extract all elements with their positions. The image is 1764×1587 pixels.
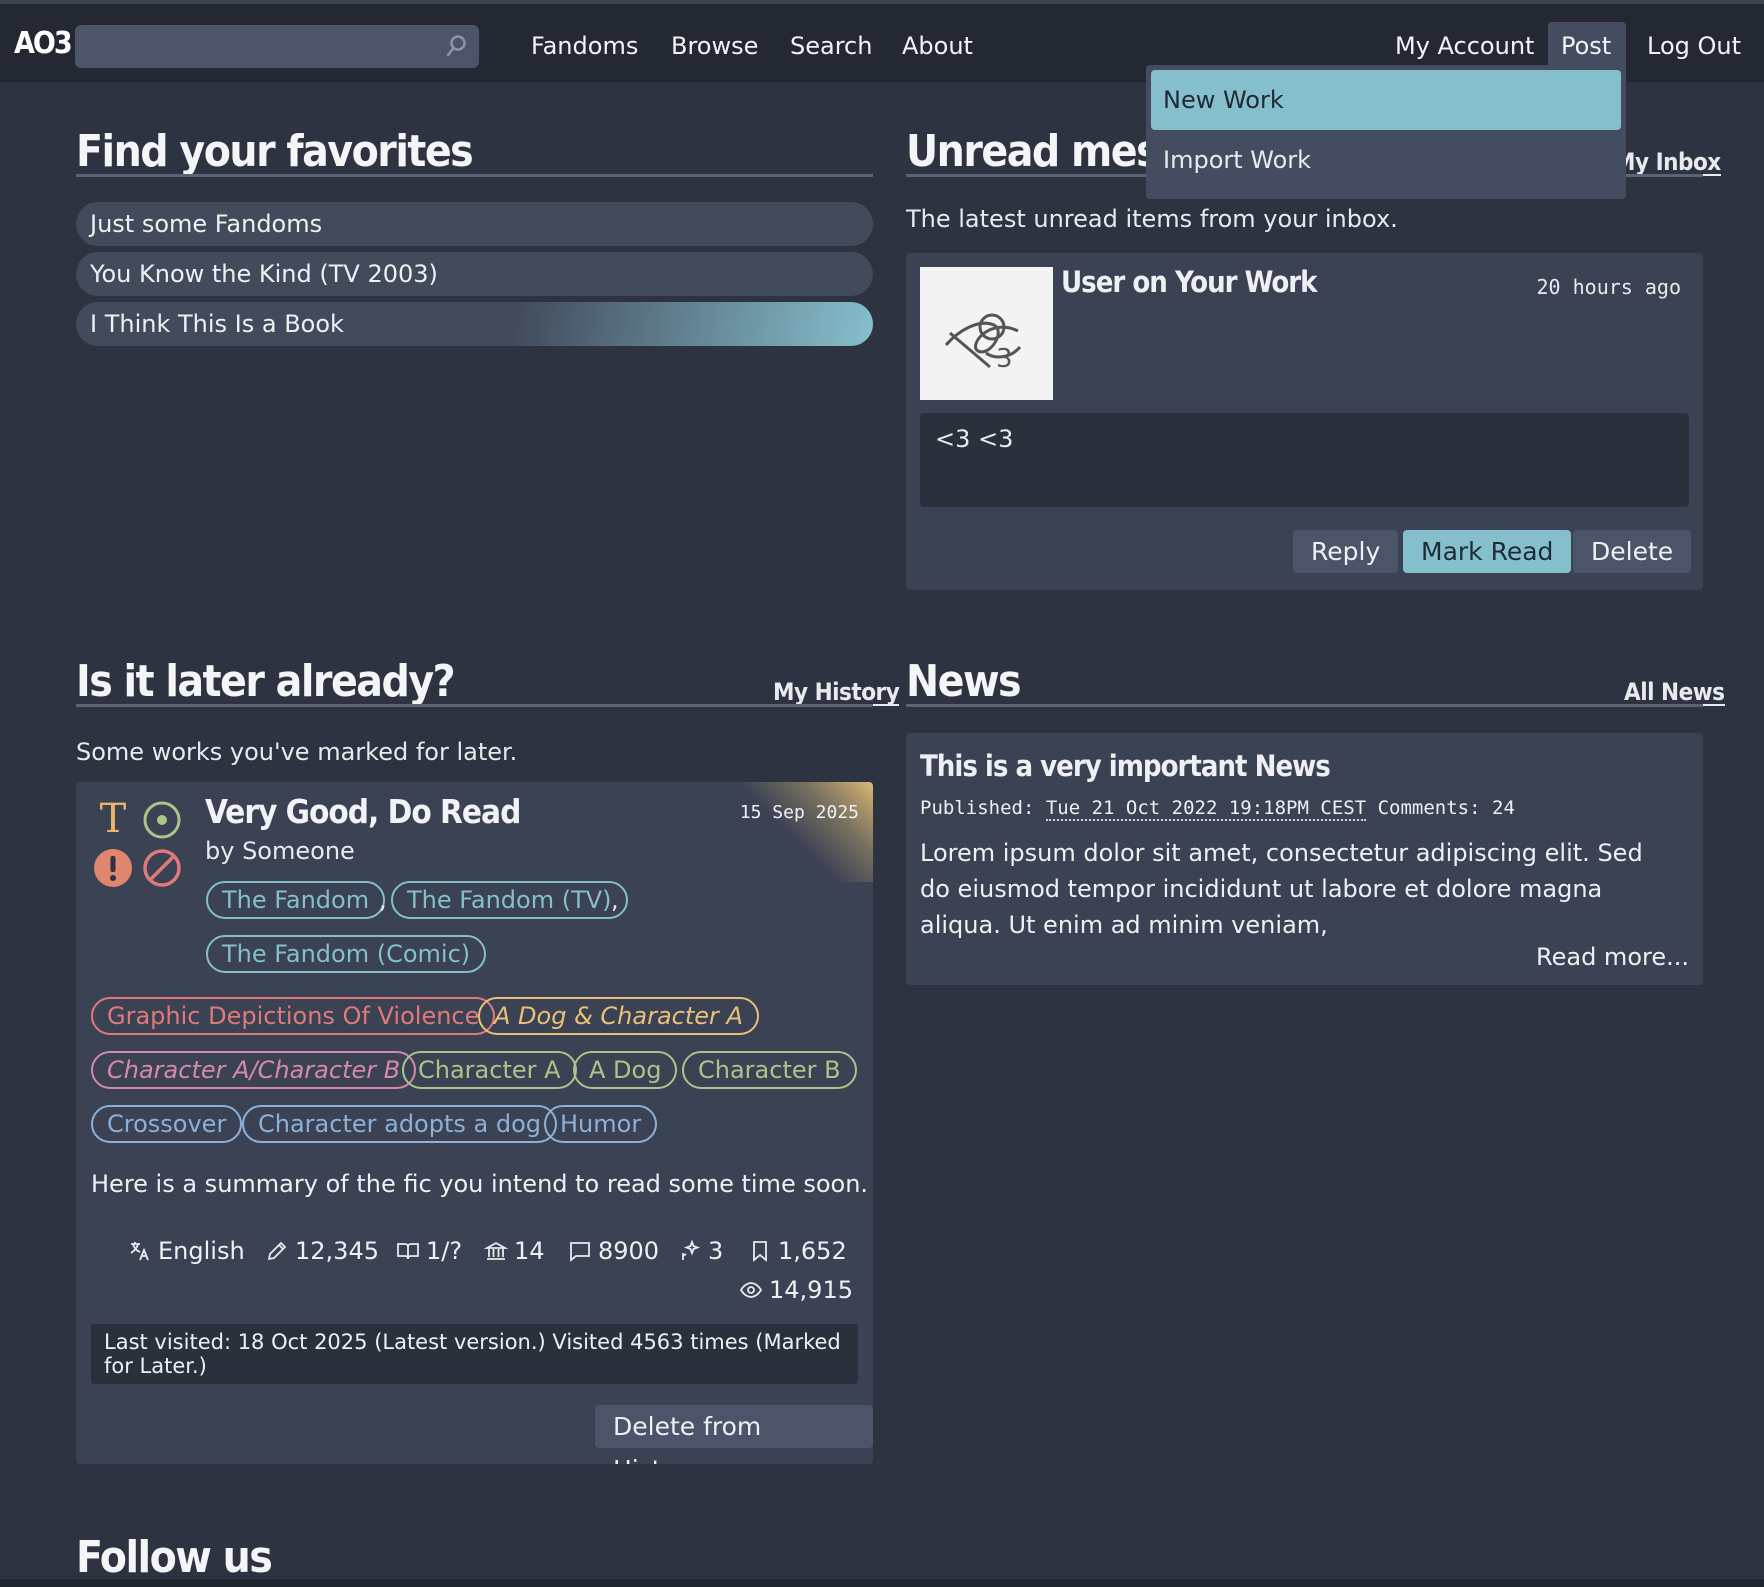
favorites-divider — [76, 174, 873, 177]
last-visited-note: Last visited: 18 Oct 2025 (Latest versio… — [91, 1324, 858, 1384]
nav-fandoms[interactable]: Fandoms — [531, 32, 638, 60]
stat-chapters: 1/? — [396, 1237, 462, 1265]
translate-icon — [130, 1242, 149, 1261]
work-blurb: T Very Good, Do Read 15 Sep 2025 by Some… — [76, 782, 873, 1464]
complete-icon[interactable] — [142, 800, 182, 840]
favorite-item[interactable]: You Know the Kind (TV 2003) — [76, 252, 873, 296]
history-divider — [76, 704, 873, 707]
published-label: Published: — [920, 797, 1035, 819]
no-category-icon[interactable] — [142, 848, 182, 888]
collection-building-icon — [484, 1241, 508, 1260]
favorite-item[interactable]: Just some Fandoms — [76, 202, 873, 246]
freeform-tag[interactable]: Character adopts a dog — [242, 1105, 558, 1143]
stat-kudos[interactable]: 3 — [678, 1237, 723, 1265]
svg-text:T: T — [100, 800, 127, 836]
news-body: Lorem ipsum dolor sit amet, consectetur … — [920, 839, 1643, 939]
nav-log-out[interactable]: Log Out — [1647, 32, 1741, 60]
bookmark-icon — [753, 1241, 767, 1262]
delete-from-history-button[interactable]: Delete from History — [595, 1405, 873, 1464]
read-more-link[interactable]: Read more... — [1536, 943, 1689, 971]
published-date: Tue 21 Oct 2022 19:18PM CEST — [1045, 797, 1367, 821]
all-news-link[interactable]: All News — [1624, 680, 1725, 706]
favorites-heading: Find your favorites — [76, 126, 474, 177]
relationship-tag[interactable]: A Dog & Character A — [478, 997, 759, 1035]
news-title[interactable]: This is a very important News — [920, 749, 1331, 783]
stat-kudos-value: 3 — [708, 1237, 724, 1265]
character-tag[interactable]: A Dog — [573, 1051, 678, 1089]
message-time: 20 hours ago — [1536, 275, 1682, 299]
nav-about[interactable]: About — [902, 32, 973, 60]
character-tag[interactable]: Character B — [682, 1051, 857, 1089]
book-icon — [397, 1243, 419, 1260]
site-logo[interactable]: AO3 — [14, 26, 73, 61]
kudos-sparkle-icon — [682, 1239, 701, 1260]
my-inbox-link[interactable]: My Inbox — [1614, 150, 1721, 176]
follow-us-heading: Follow us — [76, 1532, 273, 1583]
favorite-item[interactable]: I Think This Is a Book — [76, 302, 873, 346]
stat-language: English — [128, 1237, 245, 1265]
default-avatar-icon: 3 — [944, 313, 1022, 374]
work-date: 15 Sep 2025 — [739, 802, 859, 823]
avatar[interactable]: 3 — [920, 267, 1053, 400]
freeform-tag[interactable]: Crossover — [91, 1105, 243, 1143]
message-title[interactable]: User on Your Work — [1061, 265, 1318, 299]
stat-chapters-value: 1/? — [426, 1237, 463, 1265]
inbox-intro: The latest unread items from your inbox. — [906, 205, 1398, 233]
nav-my-account[interactable]: My Account — [1395, 32, 1534, 60]
stat-language-value: English — [158, 1237, 245, 1265]
message-body: <3 <3 — [920, 413, 1689, 507]
stat-hits: 14,915 — [739, 1276, 853, 1304]
comments-count: 24 — [1492, 797, 1515, 819]
marked-for-later-corner — [743, 782, 873, 882]
history-intro: Some works you've marked for later. — [76, 738, 518, 766]
eye-icon — [739, 1282, 763, 1298]
news-heading: News — [906, 656, 1022, 707]
menu-item-import-work[interactable]: Import Work — [1151, 130, 1621, 190]
work-author[interactable]: by Someone — [205, 837, 355, 865]
nav-browse[interactable]: Browse — [671, 32, 758, 60]
news-card: This is a very important News Published:… — [906, 733, 1703, 985]
fandom-tag[interactable]: The Fandom — [206, 881, 386, 919]
fandom-tag[interactable]: The Fandom (Comic) — [206, 935, 487, 973]
stat-hits-value: 14,915 — [769, 1276, 853, 1304]
history-heading: Is it later already? — [76, 656, 456, 707]
separator: , — [611, 886, 619, 914]
work-title[interactable]: Very Good, Do Read — [205, 792, 521, 831]
my-history-link[interactable]: My History — [773, 680, 900, 706]
stat-collections[interactable]: 14 — [484, 1237, 545, 1265]
nav-post-label[interactable]: Post — [1561, 32, 1611, 60]
menu-item-new-work[interactable]: New Work — [1151, 70, 1621, 130]
stat-bookmarks-value: 1,652 — [778, 1237, 847, 1265]
page-footer-edge — [0, 1579, 1764, 1587]
post-dropdown-menu: New Work Import Work — [1146, 65, 1626, 199]
news-divider — [906, 704, 1703, 707]
stat-comments[interactable]: 8900 — [568, 1237, 659, 1265]
stat-words-value: 12,345 — [295, 1237, 379, 1265]
freeform-tag[interactable]: Humor — [544, 1105, 658, 1143]
stat-collections-value: 14 — [514, 1237, 545, 1265]
character-tag[interactable]: Character A — [402, 1051, 577, 1089]
stat-words: 12,345 — [265, 1237, 379, 1265]
pencil-icon — [267, 1241, 287, 1261]
svg-text:3: 3 — [996, 344, 1013, 374]
mark-read-button[interactable]: Mark Read — [1403, 530, 1572, 573]
warning-tag[interactable]: Graphic Depictions Of Violence — [91, 997, 496, 1035]
stat-bookmarks[interactable]: 1,652 — [748, 1237, 847, 1265]
stat-comments-value: 8900 — [598, 1237, 660, 1265]
separator: , — [379, 886, 387, 914]
rating-teen-icon[interactable]: T — [95, 800, 131, 836]
nav-search[interactable]: Search — [790, 32, 872, 60]
fandom-tag[interactable]: The Fandom (TV) — [391, 881, 628, 919]
delete-button[interactable]: Delete — [1573, 530, 1692, 573]
search-input[interactable] — [75, 25, 479, 68]
inbox-message-card: 3 User on Your Work 20 hours ago <3 <3 R… — [906, 253, 1703, 590]
warning-icon[interactable] — [93, 848, 133, 888]
work-summary: Here is a summary of the fic you intend … — [91, 1170, 869, 1198]
relationship-tag[interactable]: Character A/Character B — [91, 1051, 417, 1089]
comment-icon — [570, 1242, 590, 1262]
comments-label: Comments: — [1377, 797, 1481, 819]
reply-button[interactable]: Reply — [1293, 530, 1399, 573]
search-icon[interactable] — [445, 34, 467, 58]
news-meta: Published: Tue 21 Oct 2022 19:18PM CEST … — [920, 797, 1515, 821]
